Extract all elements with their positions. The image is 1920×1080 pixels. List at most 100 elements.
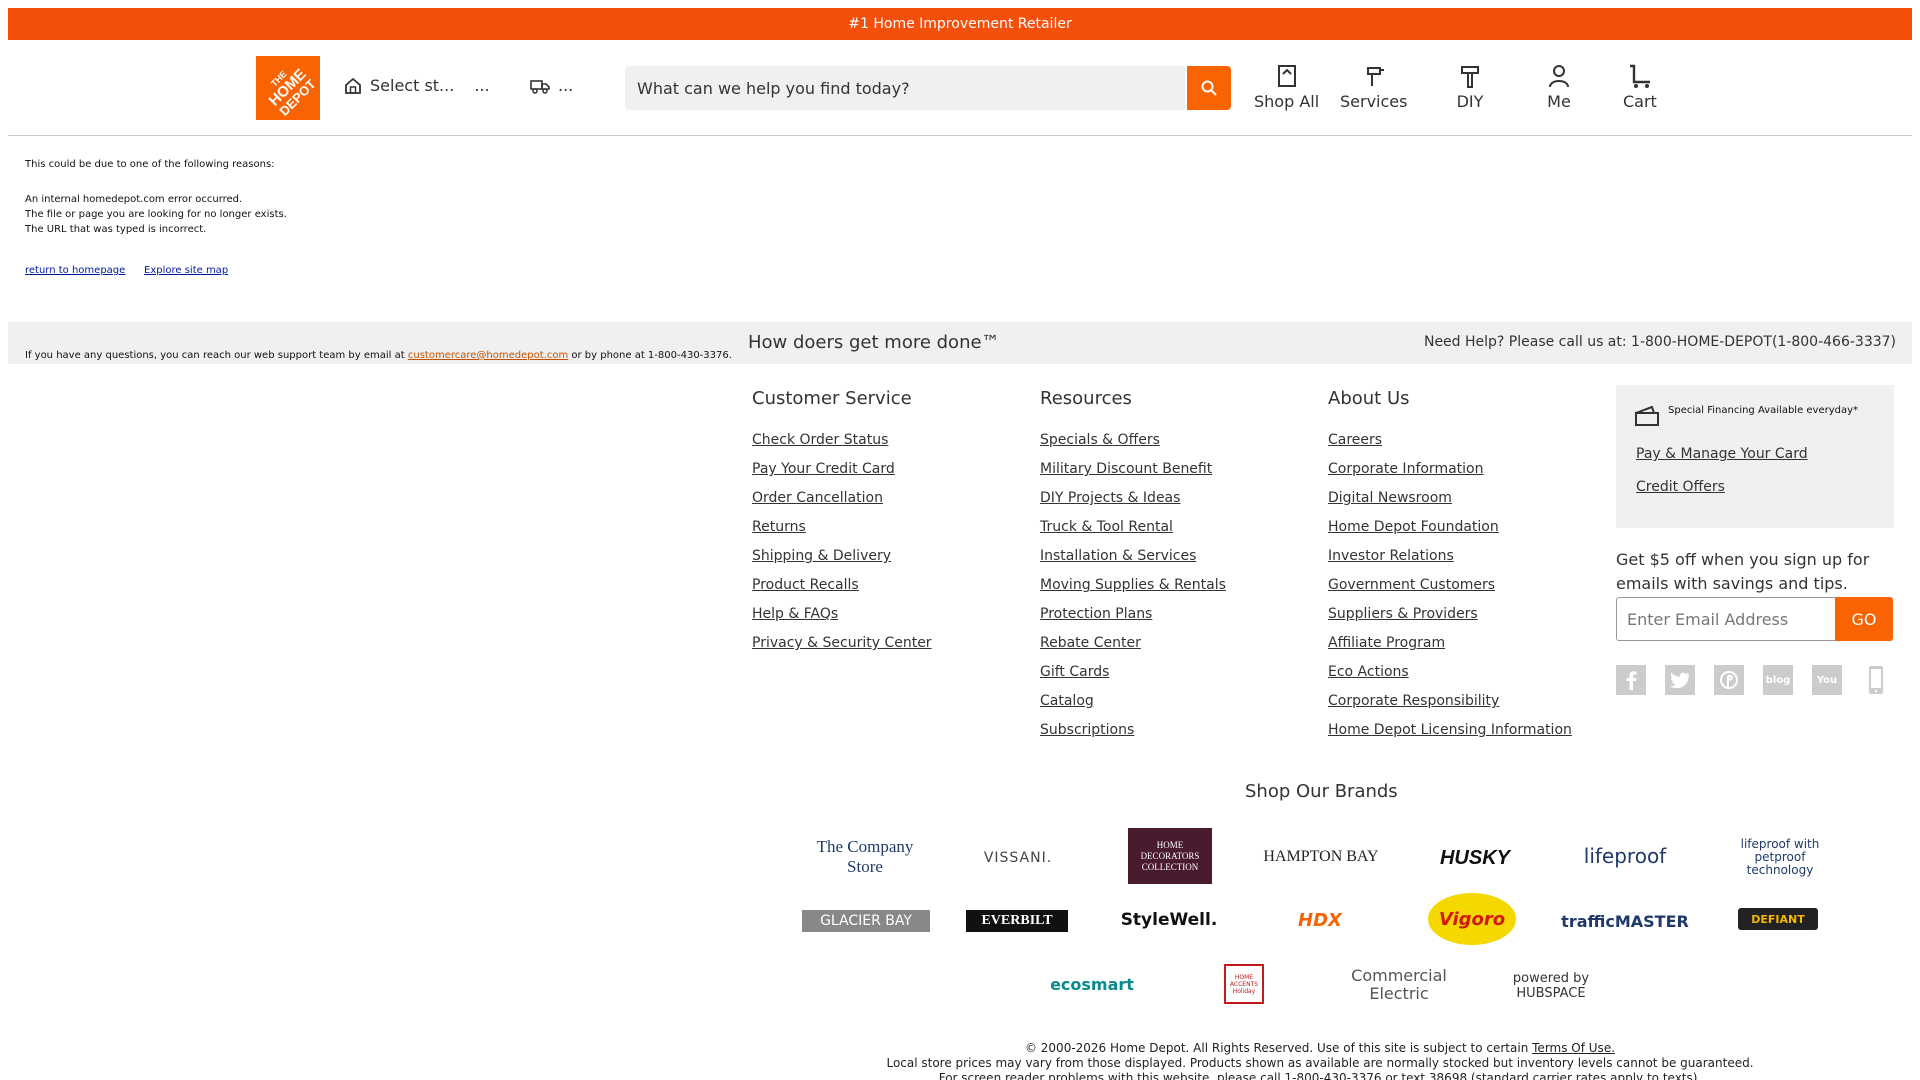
services-icon xyxy=(1366,67,1384,86)
footer-link[interactable]: Pay Your Credit Card xyxy=(752,461,932,490)
support-suffix: or by phone at 1-800-430-3376. xyxy=(571,350,732,361)
nav-diy[interactable]: DIY xyxy=(1456,62,1484,111)
financing-title: Special Financing Available everyday* xyxy=(1668,405,1859,416)
youtube-icon[interactable]: You xyxy=(1812,665,1842,695)
footer-link[interactable]: Help & FAQs xyxy=(752,606,932,635)
hammer-icon xyxy=(1461,66,1479,88)
copyright-text: © 2000-2026 Home Depot. All Rights Reser… xyxy=(1024,1041,1529,1055)
footer-link[interactable]: Protection Plans xyxy=(1040,606,1226,635)
pinterest-glyph xyxy=(1720,671,1738,689)
footer-link[interactable]: Digital Newsroom xyxy=(1328,490,1572,519)
footer-link[interactable]: Returns xyxy=(752,519,932,548)
email-signup-text: Get $5 off when you sign up for emails w… xyxy=(1616,550,1870,593)
brand-company-store[interactable]: The Company Store xyxy=(800,837,930,876)
brand-vigoro[interactable]: Vigoro xyxy=(1428,893,1516,945)
footer-link[interactable]: Suppliers & Providers xyxy=(1328,606,1572,635)
brand-stylewell[interactable]: StyleWell. xyxy=(1114,908,1224,932)
footer-link[interactable]: Home Depot Foundation xyxy=(1328,519,1572,548)
footer-link[interactable]: Gift Cards xyxy=(1040,664,1226,693)
brand-vissani[interactable]: VISSANI. xyxy=(968,848,1068,868)
brand-ecosmart[interactable]: ecosmart xyxy=(1030,972,1154,996)
nav-services[interactable]: Services xyxy=(1340,62,1407,111)
search-input[interactable]: What can we help you find today? xyxy=(625,66,1185,110)
footer-link[interactable]: DIY Projects & Ideas xyxy=(1040,490,1226,519)
nav-cart[interactable]: Cart xyxy=(1623,62,1657,111)
store-label: Select st... xyxy=(370,76,455,95)
brand-lifeproof[interactable]: lifeproof xyxy=(1570,842,1680,870)
search-button[interactable] xyxy=(1187,66,1231,110)
manage-card-link[interactable]: Pay & Manage Your Card xyxy=(1636,446,1808,462)
error-reason: The file or page you are looking for no … xyxy=(25,209,287,220)
brand-everbilt[interactable]: EVERBILT xyxy=(966,910,1068,932)
brand-hampton-bay[interactable]: HAMPTON BAY xyxy=(1254,845,1388,869)
search-placeholder: What can we help you find today? xyxy=(637,78,910,98)
brand-home-decorators[interactable]: HOME DECORATORS COLLECTION xyxy=(1128,828,1212,884)
store-icon xyxy=(345,77,361,94)
footer-link[interactable]: Moving Supplies & Rentals xyxy=(1040,577,1226,606)
phone-glyph xyxy=(1869,666,1883,694)
credit-card-icon xyxy=(1635,405,1659,426)
footer-link[interactable]: Specials & Offers xyxy=(1040,432,1226,461)
mobile-app-icon[interactable] xyxy=(1861,665,1891,695)
support-email-link[interactable]: customercare@homedepot.com xyxy=(408,350,568,361)
footer-link[interactable]: Investor Relations xyxy=(1328,548,1572,577)
footer-link[interactable]: Order Cancellation xyxy=(752,490,932,519)
brand-lifeproof-petproof[interactable]: lifeproof with petproof technology xyxy=(1720,837,1840,876)
footer-link[interactable]: Product Recalls xyxy=(752,577,932,606)
footer-link[interactable]: Check Order Status xyxy=(752,432,932,461)
brand-defiant[interactable]: DEFIANT xyxy=(1738,908,1818,930)
terms-of-use-link[interactable]: Terms Of Use. xyxy=(1532,1041,1615,1055)
brand-commercial-electric[interactable]: Commercial Electric xyxy=(1334,964,1464,1006)
brand-hdx[interactable]: HDX xyxy=(1290,908,1350,932)
brand-hubspace[interactable]: powered by HUBSPACE xyxy=(1496,968,1606,1004)
nav-me[interactable]: Me xyxy=(1545,62,1573,111)
blog-icon[interactable]: blog xyxy=(1763,665,1793,695)
pinterest-icon[interactable] xyxy=(1714,665,1744,695)
footer-link[interactable]: Shipping & Delivery xyxy=(752,548,932,577)
footer-link[interactable]: Rebate Center xyxy=(1040,635,1226,664)
twitter-glyph xyxy=(1670,672,1690,688)
email-placeholder: Enter Email Address xyxy=(1627,609,1789,629)
footer-link[interactable]: Catalog xyxy=(1040,693,1226,722)
footer-link[interactable]: Subscriptions xyxy=(1040,722,1226,751)
call-us-text: Need Help? Please call us at: 1-800-HOME… xyxy=(1423,334,1896,350)
return-homepage-link[interactable]: return to homepage xyxy=(25,265,125,276)
youtube-label: You xyxy=(1816,674,1838,686)
footer-link[interactable]: Installation & Services xyxy=(1040,548,1226,577)
brand-husky[interactable]: HUSKY xyxy=(1420,845,1530,871)
footer-link[interactable]: Privacy & Security Center xyxy=(752,635,932,664)
store-selector[interactable]: Select st... ... xyxy=(344,76,490,95)
facebook-icon[interactable] xyxy=(1616,665,1646,695)
credit-offers-link[interactable]: Credit Offers xyxy=(1636,479,1725,495)
footer-link[interactable]: Corporate Information xyxy=(1328,461,1572,490)
footer-link[interactable]: Careers xyxy=(1328,432,1572,461)
home-depot-logo[interactable]: THE HOME DEPOT xyxy=(256,56,320,120)
brand-glacier-bay[interactable]: GLACIER BAY xyxy=(802,910,930,932)
resources-list: Specials & Offers Military Discount Bene… xyxy=(1040,432,1226,751)
brands-title: Shop Our Brands xyxy=(1245,781,1398,802)
twitter-icon[interactable] xyxy=(1665,665,1695,695)
site-header: THE HOME DEPOT Select st... ... ... What… xyxy=(8,40,1912,136)
footer-link[interactable]: Affiliate Program xyxy=(1328,635,1572,664)
footer-link[interactable]: Eco Actions xyxy=(1328,664,1572,693)
footer-link[interactable]: Home Depot Licensing Information xyxy=(1328,722,1572,751)
email-input[interactable]: Enter Email Address xyxy=(1616,597,1836,641)
footer-link[interactable]: Military Discount Benefit xyxy=(1040,461,1226,490)
delivery-selector[interactable]: ... xyxy=(530,76,573,95)
nav-shop-all[interactable]: Shop All xyxy=(1254,62,1319,111)
error-reason: The URL that was typed is incorrect. xyxy=(25,224,207,235)
user-icon xyxy=(1549,65,1569,88)
brand-trafficmaster[interactable]: trafficMASTER xyxy=(1558,908,1692,934)
customer-service-title: Customer Service xyxy=(752,388,912,409)
cart-icon xyxy=(1629,64,1650,88)
email-go-button[interactable]: GO xyxy=(1835,597,1893,641)
nav-shop-all-label: Shop All xyxy=(1254,92,1320,111)
delivery-dots: ... xyxy=(558,76,574,95)
home-depot-logo-icon: THE HOME DEPOT xyxy=(256,56,320,120)
site-map-link[interactable]: Explore site map xyxy=(144,265,228,276)
footer-link[interactable]: Truck & Tool Rental xyxy=(1040,519,1226,548)
footer-link[interactable]: Government Customers xyxy=(1328,577,1572,606)
brand-home-accents-holiday[interactable]: HOME ACCENTS Holiday xyxy=(1224,964,1264,1004)
footer-link[interactable]: Corporate Responsibility xyxy=(1328,693,1572,722)
support-message: If you have any questions, you can reach… xyxy=(25,350,732,361)
